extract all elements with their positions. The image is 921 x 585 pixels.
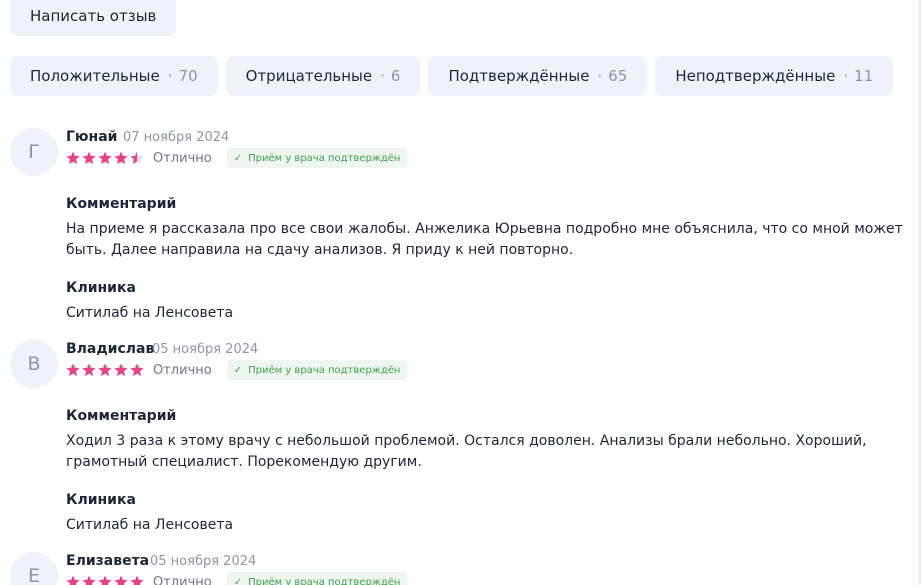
filter-count: 11 [854,67,874,85]
rating-row: Отлично ✓ Приём у врача подтверждён [66,572,408,585]
review-filters: Положительные · 70 Отрицательные · 6 Подтвер… [10,56,894,96]
star-rating [66,575,144,585]
badge-label: Приём у врача подтверждён [248,152,401,164]
verified-badge: ✓ Приём у врача подтверждён [226,360,408,380]
clinic-name[interactable]: Ситилаб на Ленсовета [66,515,906,536]
avatar: В [10,340,58,388]
star-icon [82,575,96,585]
star-icon [130,151,144,164]
rating-label: Отлично [153,362,212,378]
check-icon: ✓ [233,152,243,164]
check-icon: ✓ [233,576,243,585]
filter-negative[interactable]: Отрицательные · 6 [225,56,421,96]
filter-label: Отрицательные [245,67,373,85]
rating-label: Отлично [153,574,212,585]
star-icon [98,151,112,164]
separator-dot: · [597,67,603,85]
filter-count: 65 [608,67,628,85]
star-icon [98,363,112,376]
star-icon [114,363,128,376]
filter-label: Положительные [30,67,160,85]
filter-confirmed[interactable]: Подтверждённые · 65 [428,56,648,96]
review-date: 05 ноября 2024 [152,342,259,357]
reviewer-name: Гюнай [66,129,118,145]
comment-title: Комментарий [66,408,177,424]
star-icon [98,575,112,585]
star-rating [66,363,144,377]
clinic-title: Клиника [66,280,136,296]
star-icon [130,575,144,585]
rating-row: Отлично ✓ Приём у врача подтверждён [66,360,408,380]
comment-title: Комментарий [66,196,177,212]
avatar: Е [10,552,58,585]
clinic-name[interactable]: Ситилаб на Ленсовета [66,303,906,324]
filter-positive[interactable]: Положительные · 70 [10,56,218,96]
star-icon [66,575,80,585]
comment-text: На приеме я рассказала про все свои жало… [66,221,903,258]
filter-label: Неподтверждённые [675,67,836,85]
filter-count: 70 [178,67,198,85]
badge-label: Приём у врача подтверждён [248,364,401,376]
reviewer-name: Владислав [66,341,155,357]
review-date: 07 ноября 2024 [123,130,230,145]
rating-label: Отлично [153,150,212,166]
star-icon [130,363,144,376]
badge-label: Приём у врача подтверждён [248,576,401,585]
filter-label: Подтверждённые [448,67,590,85]
reviews-page: Написать отзыв Положительные · 70 Отрицате… [0,0,921,585]
star-icon [66,151,80,164]
rating-row: Отлично ✓ Приём у врача подтверждён [66,148,408,168]
star-icon [66,363,80,376]
filter-unconfirmed[interactable]: Неподтверждённые · 11 [655,56,894,96]
write-review-button[interactable]: Написать отзыв [10,0,177,36]
comment-text: Ходил 3 раза к этому врачу с небольшой п… [66,433,867,470]
star-icon [114,575,128,585]
clinic-title: Клиника [66,492,136,508]
separator-dot: · [843,67,849,85]
check-icon: ✓ [233,364,243,376]
separator-dot: · [380,67,385,85]
star-rating [66,151,144,165]
reviewer-name: Елизавета [66,553,150,569]
verified-badge: ✓ Приём у врача подтверждён [226,572,408,585]
star-icon [82,363,96,376]
avatar: Г [10,128,58,176]
star-icon [114,151,128,164]
review-date: 05 ноября 2024 [150,554,257,569]
filter-count: 6 [390,67,401,85]
separator-dot: · [167,67,173,85]
verified-badge: ✓ Приём у врача подтверждён [226,148,408,168]
star-icon [82,151,96,164]
